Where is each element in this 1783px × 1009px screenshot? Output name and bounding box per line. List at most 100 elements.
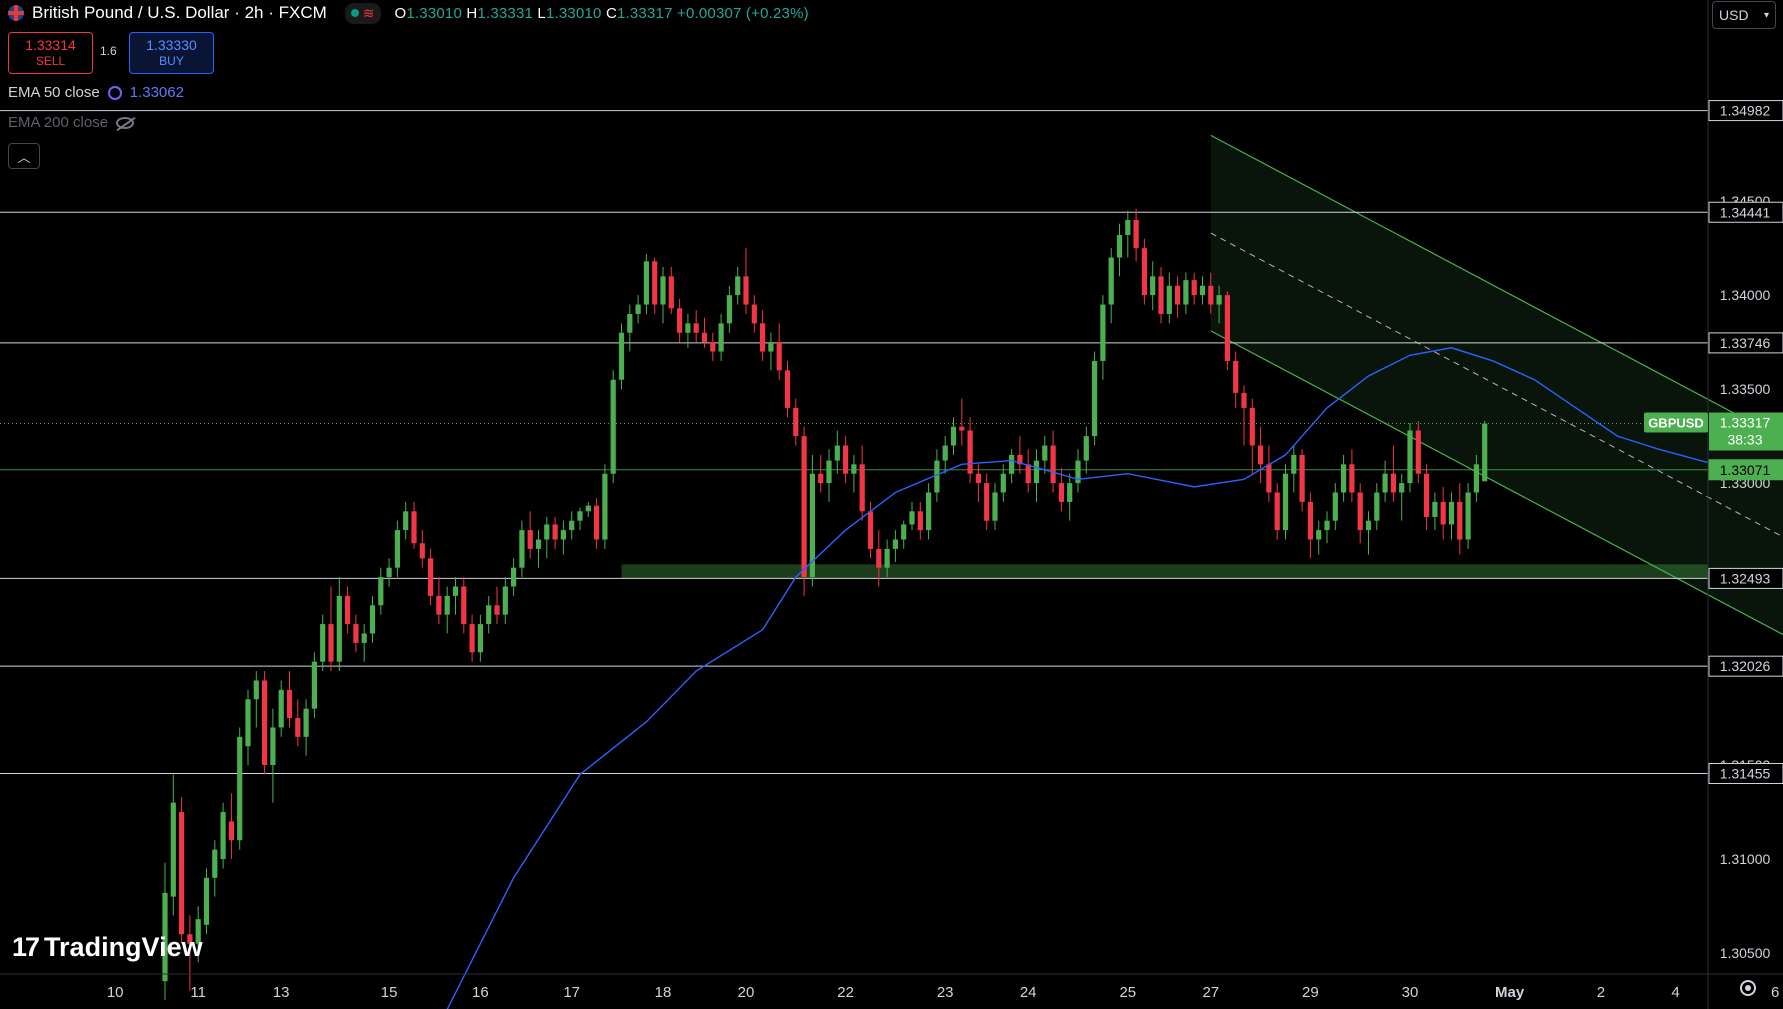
candle xyxy=(677,308,683,333)
candle xyxy=(295,718,301,737)
loading-icon xyxy=(107,85,122,100)
ema50-label: EMA 50 close xyxy=(8,84,100,101)
market-status[interactable]: ≋ xyxy=(344,2,381,24)
candle xyxy=(353,624,359,643)
candle xyxy=(394,530,400,568)
candle xyxy=(1067,483,1073,502)
gear-icon[interactable] xyxy=(1740,980,1756,996)
candle xyxy=(685,323,691,333)
candle xyxy=(419,543,425,559)
market-open-icon xyxy=(350,9,359,17)
x-tick-label: 23 xyxy=(937,984,954,1001)
x-tick-label: 24 xyxy=(1020,984,1037,1001)
candle xyxy=(1440,501,1446,525)
candle xyxy=(1083,436,1089,461)
candle xyxy=(386,567,392,578)
candle xyxy=(1009,454,1015,474)
chart-header: British Pound / U.S. Dollar · 2h · FXCM … xyxy=(8,2,809,24)
candle xyxy=(585,505,591,512)
price-chart[interactable]: 1.345001.340001.335001.330001.325001.320… xyxy=(0,0,1783,1009)
x-tick-label: 29 xyxy=(1302,984,1319,1001)
x-tick-label: 16 xyxy=(472,984,489,1001)
x-tick-label: May xyxy=(1495,984,1525,1001)
tradingview-logo[interactable]: 17 TradingView xyxy=(12,932,203,963)
candle xyxy=(212,849,218,878)
x-tick-label: 15 xyxy=(381,984,398,1001)
candle xyxy=(1042,445,1048,461)
candle xyxy=(1108,257,1114,305)
support-zone-rect xyxy=(621,564,1708,579)
candle xyxy=(1282,473,1289,531)
candle xyxy=(801,436,807,578)
buy-price: 1.33330 xyxy=(146,37,197,53)
candle xyxy=(220,812,226,860)
candle xyxy=(345,595,351,625)
candle xyxy=(203,877,210,925)
candle xyxy=(1141,248,1147,296)
candle xyxy=(1183,280,1189,305)
x-tick-label: 2 xyxy=(1597,984,1605,1001)
countdown-label: 38:33 xyxy=(1727,432,1762,448)
ema50-legend[interactable]: EMA 50 close 1.33062 xyxy=(8,84,184,101)
candle xyxy=(1307,501,1313,540)
candle xyxy=(1058,483,1064,502)
candle xyxy=(992,492,998,521)
collapse-legend-button[interactable]: ︿ xyxy=(8,143,40,169)
candle xyxy=(486,605,492,625)
candle xyxy=(768,342,774,352)
sell-button[interactable]: 1.33314 SELL xyxy=(8,32,93,74)
candle xyxy=(1407,430,1413,484)
candle xyxy=(1399,483,1405,493)
x-tick-label: 11 xyxy=(190,984,206,1001)
ema200-label: EMA 200 close xyxy=(8,114,109,131)
symbol-title[interactable]: British Pound / U.S. Dollar · 2h · FXCM xyxy=(32,3,327,23)
buy-button[interactable]: 1.33330 BUY xyxy=(129,32,214,74)
candle xyxy=(901,524,907,540)
level-label: 1.32026 xyxy=(1720,658,1771,674)
candle xyxy=(378,577,384,606)
candle xyxy=(950,426,957,446)
gbp-usd-flag-icon xyxy=(8,5,24,21)
hidden-eye-icon[interactable] xyxy=(116,116,135,129)
candle xyxy=(560,530,566,540)
level-label: 1.31455 xyxy=(1720,766,1771,782)
candle xyxy=(361,633,367,643)
candle xyxy=(1216,295,1222,305)
candle xyxy=(1092,360,1098,437)
candle xyxy=(760,323,766,352)
candle xyxy=(892,539,898,549)
candle xyxy=(336,595,342,662)
candle xyxy=(743,276,749,305)
x-tick-label: 25 xyxy=(1119,984,1136,1001)
ema200-legend[interactable]: EMA 200 close xyxy=(8,114,135,131)
candle xyxy=(984,483,990,521)
candle xyxy=(602,473,608,540)
candle xyxy=(519,530,525,568)
candle xyxy=(1224,295,1230,361)
candle xyxy=(1191,280,1197,296)
x-tick-label: 20 xyxy=(738,984,755,1001)
candle xyxy=(718,323,724,352)
candle xyxy=(270,727,276,766)
candle xyxy=(552,524,558,540)
candle xyxy=(1473,464,1479,493)
candle xyxy=(461,586,467,625)
candle xyxy=(328,624,334,662)
candle xyxy=(1482,423,1488,482)
candle xyxy=(1357,492,1363,531)
chevron-up-icon: ︿ xyxy=(17,149,31,165)
candle xyxy=(1050,445,1056,484)
candle xyxy=(867,511,874,549)
currency-selector[interactable]: USD ▾ xyxy=(1712,1,1776,29)
x-tick-label: 4 xyxy=(1671,984,1679,1001)
x-tick-label: 13 xyxy=(273,984,290,1001)
candle xyxy=(428,558,434,596)
level-label: 1.34982 xyxy=(1720,103,1771,119)
tradingview-logo-icon: 17 xyxy=(12,932,40,962)
candle xyxy=(411,511,417,544)
candle xyxy=(594,505,600,540)
candle xyxy=(726,295,732,324)
level-label: 1.32493 xyxy=(1720,570,1771,586)
candle xyxy=(635,304,641,314)
candle xyxy=(278,689,284,728)
